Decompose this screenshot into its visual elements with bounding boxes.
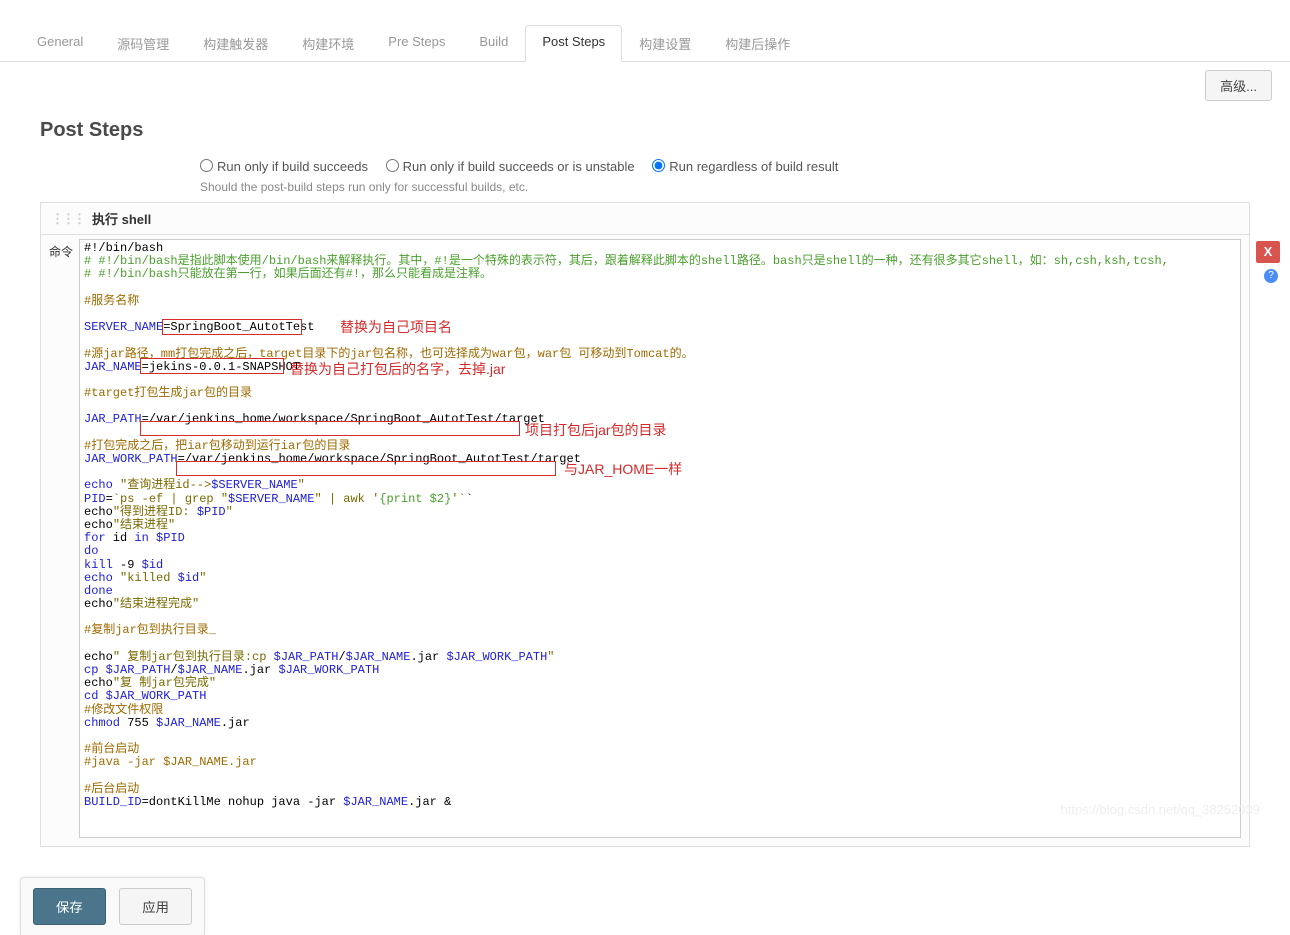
tab-build[interactable]: Build — [462, 25, 525, 61]
command-textarea[interactable]: #!/bin/bash # #!/bin/bash是指此脚本使用/bin/bas… — [79, 239, 1241, 838]
step-title: 执行 shell — [92, 209, 151, 228]
save-button[interactable]: 保存 — [33, 888, 106, 925]
drag-handle-icon[interactable]: ⋮⋮⋮ — [51, 211, 84, 227]
help-icon[interactable]: ? — [1264, 269, 1278, 283]
radio-unstable[interactable]: Run only if build succeeds or is unstabl… — [386, 159, 635, 174]
post-steps-radio-group: Run only if build succeeds Run only if b… — [40, 158, 1250, 174]
tab-postbuild[interactable]: 构建后操作 — [708, 25, 807, 61]
delete-step-button[interactable]: X — [1256, 241, 1280, 263]
radio-regardless[interactable]: Run regardless of build result — [652, 159, 838, 174]
radio-success[interactable]: Run only if build succeeds — [200, 159, 368, 174]
tab-poststeps[interactable]: Post Steps — [525, 25, 622, 62]
apply-button[interactable]: 应用 — [119, 888, 192, 925]
tab-settings[interactable]: 构建设置 — [622, 25, 708, 61]
radio-description: Should the post-build steps run only for… — [40, 180, 1250, 194]
tab-general[interactable]: General — [20, 25, 100, 61]
section-title: Post Steps — [40, 119, 1250, 142]
advanced-button[interactable]: 高级... — [1205, 70, 1272, 101]
bottom-action-bar: 保存 应用 — [20, 877, 205, 935]
tabs-bar: General 源码管理 构建触发器 构建环境 Pre Steps Build … — [0, 25, 1290, 62]
tab-env[interactable]: 构建环境 — [285, 25, 371, 61]
tab-presteps[interactable]: Pre Steps — [371, 25, 462, 61]
step-header: ⋮⋮⋮ 执行 shell — [41, 203, 1249, 235]
tab-scm[interactable]: 源码管理 — [100, 25, 186, 61]
command-label: 命令 — [49, 239, 79, 838]
tab-triggers[interactable]: 构建触发器 — [186, 25, 285, 61]
shell-step-box: ⋮⋮⋮ 执行 shell 命令 #!/bin/bash # #!/bin/bas… — [40, 202, 1250, 847]
